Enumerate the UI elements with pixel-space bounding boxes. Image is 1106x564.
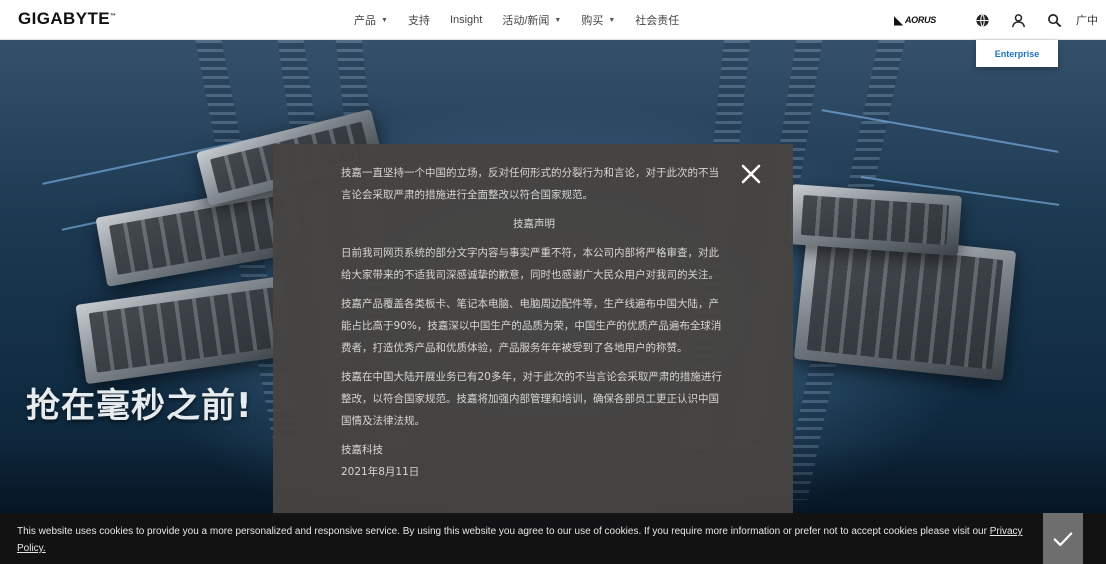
- aorus-logo[interactable]: ◣ AORUS: [894, 13, 936, 27]
- statement-paragraph: 技嘉在中国大陆开展业务已有20多年，对于此次的不当言论会采取严肃的措施进行整改，…: [341, 371, 722, 427]
- main-menu: 产品 ▼ 支持 Insight 活动/新闻 ▼ 购买 ▼ 社会责任: [344, 0, 689, 40]
- statement-paragraph: 日前我司网页系统的部分文字内容与事实严重不符，本公司内部将严格审查，对此给大家带…: [341, 247, 719, 281]
- top-navigation: GIGABYTE™ 产品 ▼ 支持 Insight 活动/新闻 ▼ 购买 ▼ 社…: [0, 0, 1106, 40]
- user-icon[interactable]: [1000, 0, 1036, 40]
- gigabyte-logo[interactable]: GIGABYTE™: [18, 9, 116, 29]
- logo-text: GIGABYTE: [18, 9, 110, 28]
- nav-utilities: ◣ AORUS 广中: [894, 0, 1106, 40]
- globe-icon[interactable]: [964, 0, 1000, 40]
- statement-paragraph: 技嘉一直坚持一个中国的立场，反对任何形式的分裂行为和言论，对于此次的不当言论会采…: [341, 167, 719, 201]
- menu-item-insight[interactable]: Insight: [440, 0, 492, 40]
- menu-item-support[interactable]: 支持: [398, 0, 440, 40]
- cookie-text: This website uses cookies to provide you…: [17, 526, 990, 537]
- aorus-label: AORUS: [904, 15, 936, 25]
- server-image: [788, 184, 962, 256]
- search-icon[interactable]: [1036, 0, 1072, 40]
- modal-content: 技嘉一直坚持一个中国的立场，反对任何形式的分裂行为和言论，对于此次的不当言论会采…: [341, 162, 727, 483]
- menu-item-label: 购买: [581, 15, 604, 27]
- menu-item-csr[interactable]: 社会责任: [625, 0, 689, 40]
- chevron-down-icon: ▼: [381, 16, 388, 24]
- hero-slogan: 抢在毫秒之前!: [26, 386, 253, 426]
- menu-item-label: 活动/新闻: [502, 15, 550, 27]
- checkmark-icon: [1053, 531, 1073, 546]
- menu-item-products[interactable]: 产品 ▼: [344, 0, 398, 40]
- aorus-eagle-icon: ◣: [894, 13, 903, 27]
- cookie-accept-button[interactable]: [1043, 513, 1083, 564]
- menu-item-label: 社会责任: [635, 15, 680, 27]
- language-selector[interactable]: 广中: [1072, 12, 1106, 28]
- chevron-down-icon: ▼: [554, 16, 562, 24]
- logo-trademark: ™: [110, 13, 117, 20]
- menu-item-label: 支持: [407, 15, 430, 27]
- cookie-message: This website uses cookies to provide you…: [17, 523, 1027, 557]
- cookie-banner: This website uses cookies to provide you…: [0, 513, 1106, 564]
- enterprise-dropdown-item[interactable]: Enterprise: [976, 40, 1058, 67]
- statement-paragraph: 技嘉产品覆盖各类板卡、笔记本电脑、电脑周边配件等，生产线遍布中国大陆，产能占比高…: [341, 298, 722, 354]
- statement-date: 2021年8月11日: [341, 466, 420, 478]
- close-icon[interactable]: [739, 162, 763, 186]
- statement-modal: 技嘉一直坚持一个中国的立场，反对任何形式的分裂行为和言论，对于此次的不当言论会采…: [273, 144, 793, 516]
- menu-item-buy[interactable]: 购买 ▼: [571, 0, 625, 40]
- statement-heading: 技嘉声明: [513, 218, 555, 230]
- chevron-down-icon: ▼: [608, 16, 616, 24]
- statement-signature: 技嘉科技: [341, 444, 383, 456]
- menu-item-label: Insight: [449, 14, 483, 26]
- menu-item-label: 产品: [354, 15, 376, 27]
- menu-item-events-news[interactable]: 活动/新闻 ▼: [492, 0, 571, 40]
